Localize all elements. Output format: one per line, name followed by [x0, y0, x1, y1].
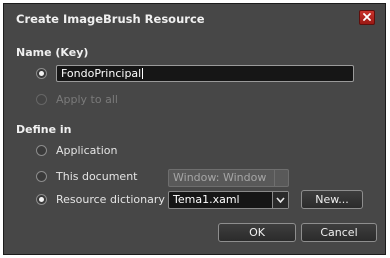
apply-to-all-radio[interactable] [36, 94, 47, 105]
create-imagebrush-dialog: Create ImageBrush Resource Name (Key) Fo… [3, 3, 386, 255]
key-name-value: FondoPrincipal [61, 67, 142, 80]
document-scope-dropdown[interactable] [274, 170, 288, 186]
close-x-icon [363, 13, 371, 21]
dialog-title: Create ImageBrush Resource [16, 12, 205, 26]
name-key-radio[interactable] [36, 68, 47, 79]
chevron-down-icon [276, 197, 285, 203]
new-dictionary-button[interactable]: New... [301, 190, 363, 209]
resource-dictionary-label: Resource dictionary [56, 193, 165, 206]
cancel-button[interactable]: Cancel [301, 223, 377, 242]
name-key-heading: Name (Key) [16, 46, 89, 59]
application-radio[interactable] [36, 145, 47, 156]
resource-dictionary-radio[interactable] [36, 194, 47, 205]
this-document-radio[interactable] [36, 171, 47, 182]
define-in-heading: Define in [16, 123, 72, 136]
apply-to-all-label: Apply to all [56, 93, 118, 106]
text-caret [142, 68, 144, 79]
document-scope-combo[interactable]: Window: Window [168, 169, 289, 187]
ok-button[interactable]: OK [218, 223, 296, 242]
dictionary-dropdown-button[interactable] [272, 192, 288, 208]
dictionary-combo-value: Tema1.xaml [173, 193, 240, 206]
this-document-label: This document [56, 170, 138, 183]
key-name-input[interactable]: FondoPrincipal [56, 65, 354, 82]
dictionary-combo[interactable]: Tema1.xaml [168, 191, 289, 209]
document-scope-value: Window: Window [173, 171, 267, 184]
close-button[interactable] [359, 10, 375, 25]
application-label: Application [56, 144, 118, 157]
